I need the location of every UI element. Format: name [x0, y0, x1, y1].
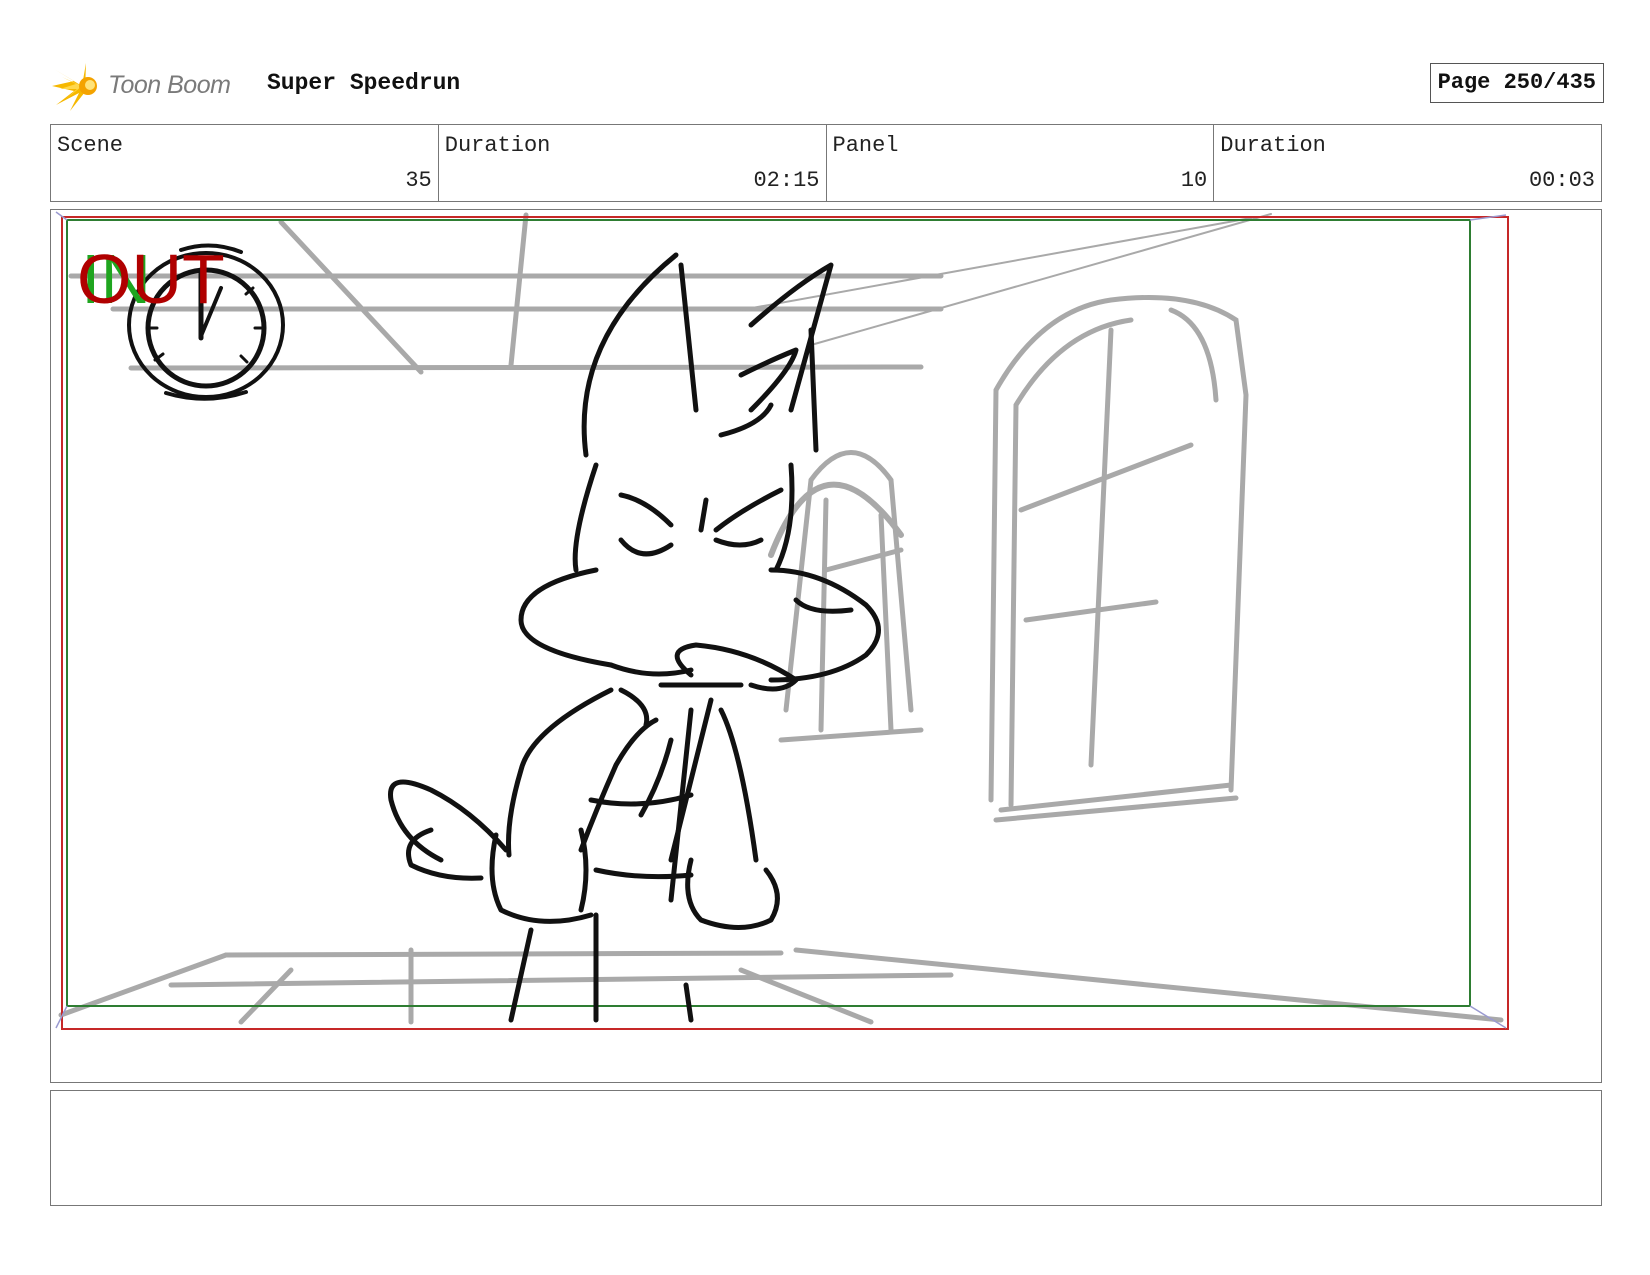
- panel-duration-value: 00:03: [1528, 168, 1595, 193]
- scene-duration-value: 02:15: [753, 168, 820, 193]
- panel-value: 10: [1180, 168, 1208, 193]
- panel-duration-cell: Duration 00:03: [1214, 125, 1601, 201]
- scene-duration-cell: Duration 02:15: [439, 125, 827, 201]
- panel-cell: Panel 10: [827, 125, 1215, 201]
- panel-notes-box: [50, 1090, 1602, 1206]
- scene-info-table: Scene 35 Duration 02:15 Panel 10 Duratio…: [50, 124, 1602, 202]
- scene-duration-label: Duration: [444, 133, 551, 158]
- transition-out-text: OUT: [77, 240, 225, 318]
- project-title: Super Speedrun: [267, 70, 461, 96]
- camera-frame: [61, 216, 1509, 1030]
- page-indicator: Page 250/435: [1429, 63, 1604, 103]
- logo-text: Toon Boom: [108, 71, 231, 99]
- background-sketch: [58, 212, 1504, 1025]
- panel-sketch: IN OUT: [55, 211, 1509, 1030]
- scene-label: Scene: [57, 133, 124, 158]
- toon-boom-logo: Toon Boom: [52, 59, 252, 113]
- storyboard-header: Toon Boom Super Speedrun Page 250/435: [52, 55, 1604, 115]
- panel-label: Panel: [832, 133, 899, 158]
- starburst-icon: [52, 63, 97, 111]
- panel-duration-label: Duration: [1220, 133, 1326, 158]
- scene-value: 35: [405, 168, 432, 193]
- safe-frame: [66, 219, 1471, 1007]
- scene-cell: Scene 35: [51, 125, 439, 201]
- storyboard-panel: IN OUT: [50, 209, 1602, 1083]
